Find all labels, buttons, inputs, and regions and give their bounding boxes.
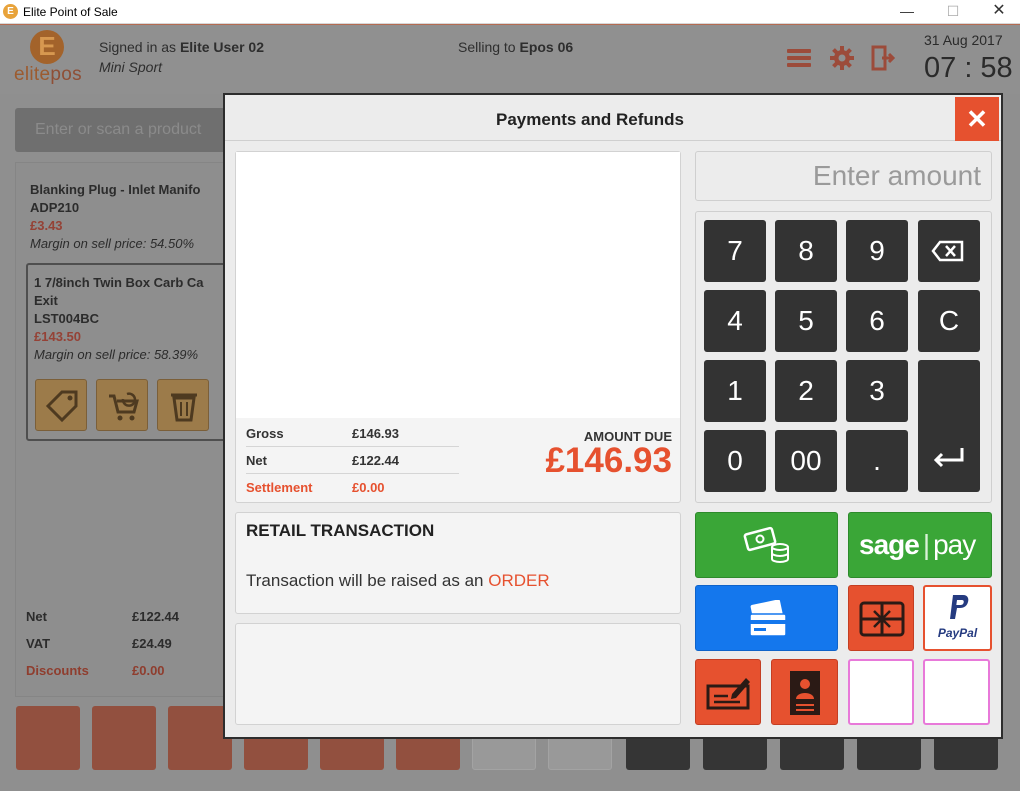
cheque-payment-button[interactable] — [695, 659, 761, 725]
paypal-icon — [950, 595, 969, 619]
key-5[interactable]: 5 — [775, 290, 837, 352]
account-icon — [790, 671, 820, 715]
maximize-button[interactable]: ☐ — [930, 0, 976, 24]
window-title: Elite Point of Sale — [23, 5, 118, 19]
date-display: 31 Aug 2017 — [924, 32, 1003, 48]
gear-icon[interactable] — [829, 45, 855, 71]
return-button[interactable] — [92, 706, 156, 770]
empty-payment-slot — [923, 659, 990, 725]
transaction-type: ORDER — [488, 571, 550, 590]
card-payment-button[interactable] — [695, 585, 838, 651]
modal-close-button[interactable]: ✕ — [955, 97, 999, 141]
settlement-row: Settlement £0.00 — [246, 480, 385, 495]
logo-text: elitepos — [14, 64, 82, 85]
selling-to-text: Selling to Epos 06 — [458, 39, 574, 55]
price-tag-icon — [45, 390, 78, 423]
paypal-label: PayPal — [937, 626, 978, 640]
amount-input[interactable]: Enter amount — [695, 151, 992, 201]
key-7[interactable]: 7 — [704, 220, 766, 282]
clear-key[interactable]: C — [918, 290, 980, 352]
user-name: Elite User 02 — [179, 39, 265, 55]
window-titlebar: E Elite Point of Sale — ☐ ✕ — [0, 0, 1020, 24]
discount-button[interactable] — [16, 706, 80, 770]
basket-vat-row: VAT £24.49 — [26, 636, 172, 651]
basket-panel: Blanking Plug - Inlet Manifo ADP210 £3.4… — [15, 162, 236, 697]
gross-row: Gross £146.93 — [246, 420, 459, 447]
tenders-list — [236, 152, 680, 418]
transaction-title: RETAIL TRANSACTION — [246, 521, 435, 540]
enter-icon — [933, 448, 964, 468]
key-00[interactable]: 00 — [775, 430, 837, 492]
modal-header: Payments and Refunds ✕ — [225, 95, 1001, 141]
cash-payment-button[interactable] — [695, 512, 838, 578]
app-icon: E — [3, 4, 18, 19]
key-9[interactable]: 9 — [846, 220, 908, 282]
key-1[interactable]: 1 — [704, 360, 766, 422]
basket-net-row: Net £122.44 — [26, 609, 179, 624]
notes-panel — [235, 623, 681, 725]
net-row: Net £122.44 — [246, 447, 459, 474]
cheque-icon — [706, 678, 750, 710]
key-8[interactable]: 8 — [775, 220, 837, 282]
payment-summary-panel: Gross £146.93 Net £122.44 Settlement £0.00 … — [235, 151, 681, 503]
key-3[interactable]: 3 — [846, 360, 908, 422]
basket-item-selected[interactable]: 1 7/8inch Twin Box Carb Ca Exit LST004BC… — [34, 274, 204, 364]
gift-card-icon — [859, 601, 905, 637]
transaction-text: Transaction will be raised as an ORDER — [246, 571, 550, 590]
key-2[interactable]: 2 — [775, 360, 837, 422]
logout-icon[interactable] — [870, 45, 896, 71]
backspace-key[interactable] — [918, 220, 980, 282]
cash-icon — [743, 526, 789, 563]
gift-card-button[interactable] — [848, 585, 914, 651]
key-4[interactable]: 4 — [704, 290, 766, 352]
sagepay-logo: sage | pay — [859, 529, 976, 560]
paypal-button[interactable]: PayPal — [923, 585, 992, 651]
key-decimal[interactable]: . — [846, 430, 908, 492]
logo-mark: E — [30, 30, 64, 64]
minimize-button[interactable]: — — [884, 0, 930, 24]
key-0[interactable]: 0 — [704, 430, 766, 492]
modal-title: Payments and Refunds — [496, 110, 684, 129]
key-6[interactable]: 6 — [846, 290, 908, 352]
basket-item[interactable]: Blanking Plug - Inlet Manifo ADP210 £3.4… — [30, 181, 200, 253]
trash-icon — [171, 393, 197, 422]
product-search-input[interactable]: Enter or scan a product — [15, 108, 230, 152]
basket-discounts-row: Discounts £0.00 — [26, 663, 165, 678]
window-close-button[interactable]: ✕ — [976, 0, 1020, 24]
time-display: 07 : 58 — [924, 52, 1013, 84]
enter-key[interactable] — [918, 360, 980, 492]
sagepay-button[interactable]: sage | pay — [848, 512, 992, 578]
item-price-tag-button[interactable] — [35, 379, 87, 431]
item-delete-button[interactable] — [157, 379, 209, 431]
credit-card-icon — [749, 600, 787, 637]
store-name: Mini Sport — [99, 59, 163, 75]
item-return-button[interactable] — [96, 379, 148, 431]
backspace-icon — [931, 240, 964, 262]
payments-modal: Payments and Refunds ✕ Gross £146.93 Net £… — [223, 93, 1003, 739]
signed-in-text: Signed in as Elite User 02 — [99, 39, 265, 55]
account-payment-button[interactable] — [771, 659, 838, 725]
empty-payment-slot — [848, 659, 914, 725]
amount-due-value: £146.93 — [545, 441, 672, 480]
transaction-panel: RETAIL TRANSACTION Transaction will be r… — [235, 512, 681, 614]
menu-icon[interactable] — [786, 45, 812, 71]
cart-return-icon — [109, 392, 139, 421]
till-name: Epos 06 — [519, 39, 574, 55]
